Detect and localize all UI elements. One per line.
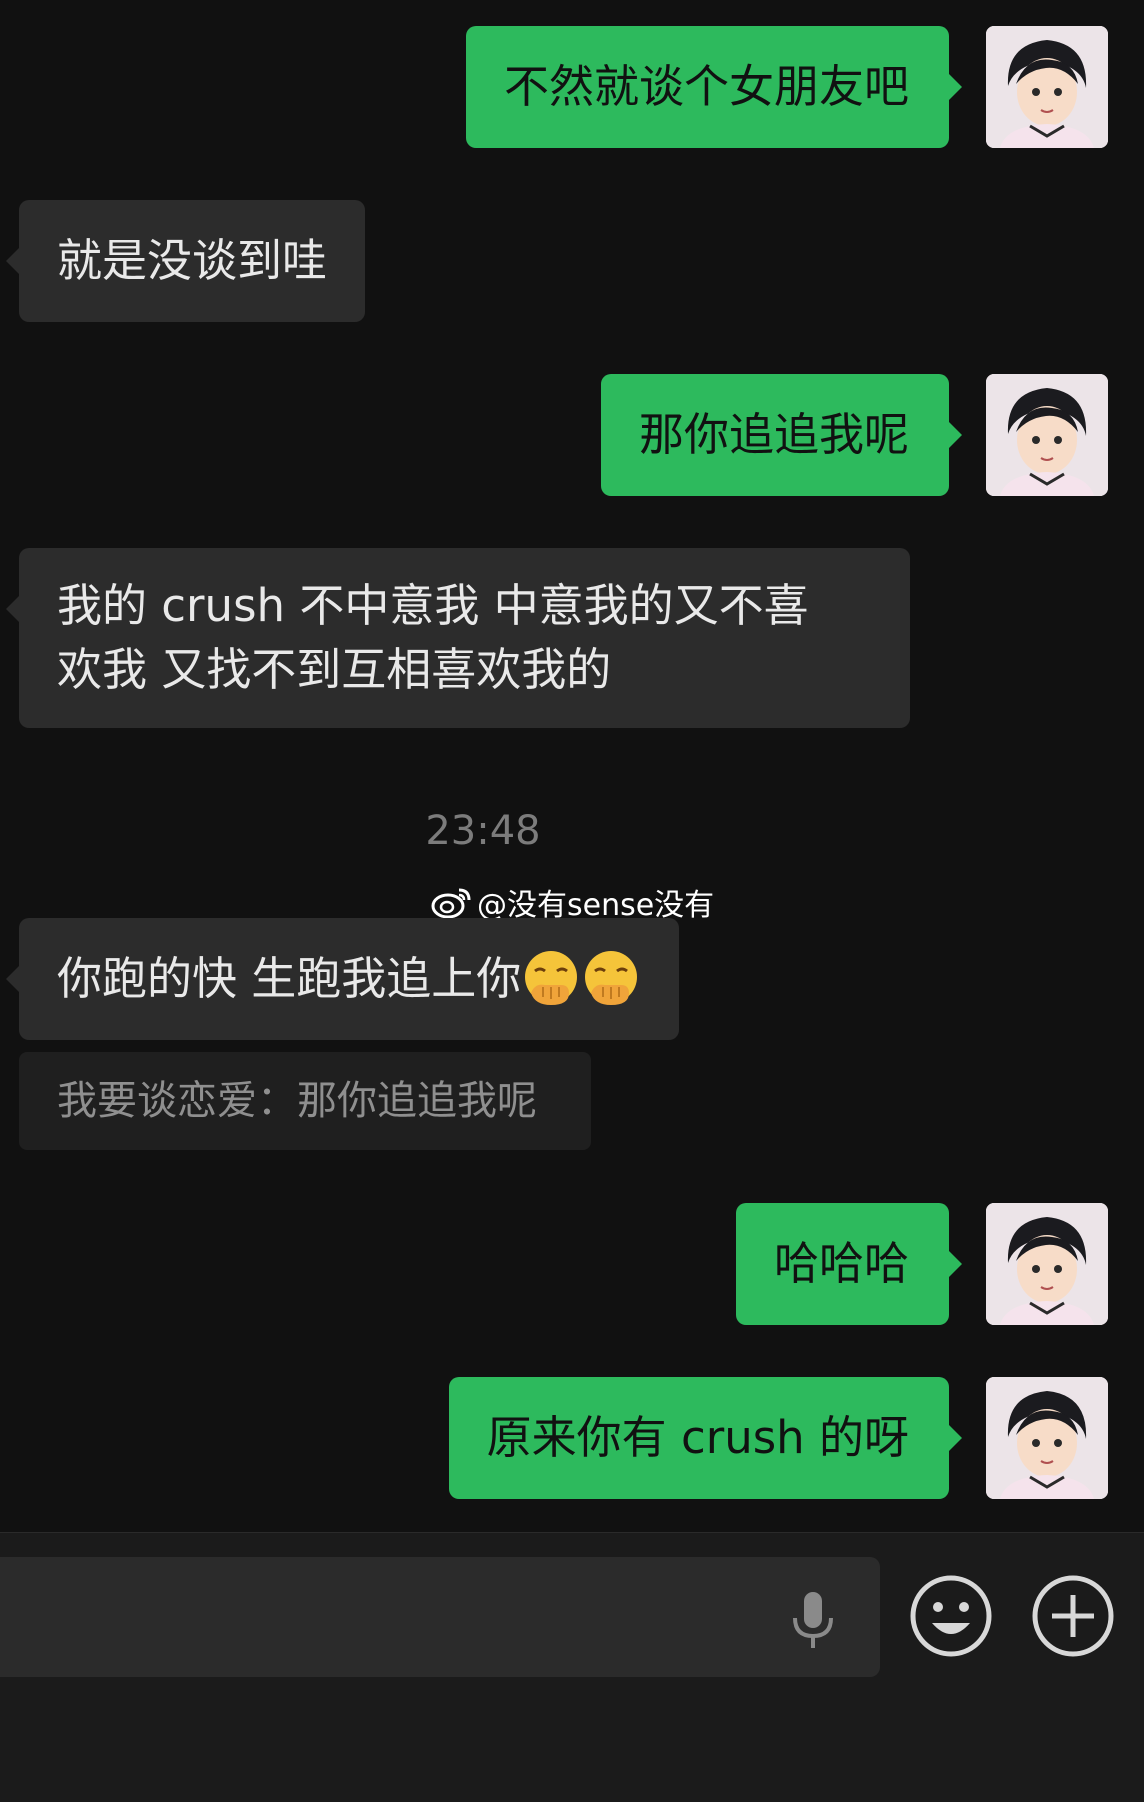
avatar-image xyxy=(986,1377,1108,1499)
message-bubble-incoming[interactable]: 就是没谈到哇 xyxy=(5,200,366,322)
avatar-image xyxy=(986,374,1108,496)
message-text-line: 我的 crush 不中意我 中意我的又不喜 xyxy=(57,579,809,632)
message-input[interactable] xyxy=(0,1557,880,1677)
plus-circle-icon[interactable] xyxy=(1030,1573,1116,1659)
avatar[interactable] xyxy=(986,1377,1108,1499)
message-text: 那你追追我呢 xyxy=(638,408,909,461)
message-bubble-outgoing[interactable]: 原来你有 crush 的呀 xyxy=(448,1377,963,1499)
quoted-text: 我要谈恋爱：那你追追我呢 xyxy=(57,1078,537,1124)
message-bubble-outgoing[interactable]: 那你追追我呢 xyxy=(600,374,963,496)
message-bubble-outgoing[interactable]: 哈哈哈 xyxy=(735,1203,963,1325)
avatar[interactable] xyxy=(986,1203,1108,1325)
avatar[interactable] xyxy=(986,26,1108,148)
message-bubble-outgoing[interactable]: 不然就谈个女朋友吧 xyxy=(465,26,963,148)
message-bubble-incoming[interactable]: 你跑的快 生跑我追上你 xyxy=(5,918,680,1040)
message-text: 原来你有 crush 的呀 xyxy=(486,1411,909,1464)
avatar-image xyxy=(986,1203,1108,1325)
message-bubble-incoming[interactable]: 我的 crush 不中意我 中意我的又不喜 欢我 又找不到互相喜欢我的 xyxy=(6,548,910,728)
avatar[interactable] xyxy=(986,374,1108,496)
message-text: 哈哈哈 xyxy=(773,1237,909,1290)
smiley-face-icon[interactable] xyxy=(908,1573,994,1659)
timestamp: 23:48 xyxy=(425,808,541,854)
chat-screen: 不然就谈个女朋友吧 就是没谈到哇 那你追追我呢 我的 crush 不中意我 中意… xyxy=(0,0,1144,1802)
hand-over-mouth-emoji xyxy=(525,951,578,1005)
input-bar xyxy=(0,1532,1144,1802)
weibo-logo-icon xyxy=(431,888,471,919)
quoted-message[interactable]: 我要谈恋爱：那你追追我呢 xyxy=(19,1052,591,1150)
microphone-icon[interactable] xyxy=(790,1590,836,1652)
hand-over-mouth-emoji xyxy=(585,951,638,1005)
message-text: 就是没谈到哇 xyxy=(57,234,328,287)
message-text-line: 欢我 又找不到互相喜欢我的 xyxy=(57,643,612,696)
message-text: 你跑的快 生跑我追上你 xyxy=(57,952,522,1005)
message-text: 不然就谈个女朋友吧 xyxy=(503,60,909,113)
avatar-image xyxy=(986,26,1108,148)
